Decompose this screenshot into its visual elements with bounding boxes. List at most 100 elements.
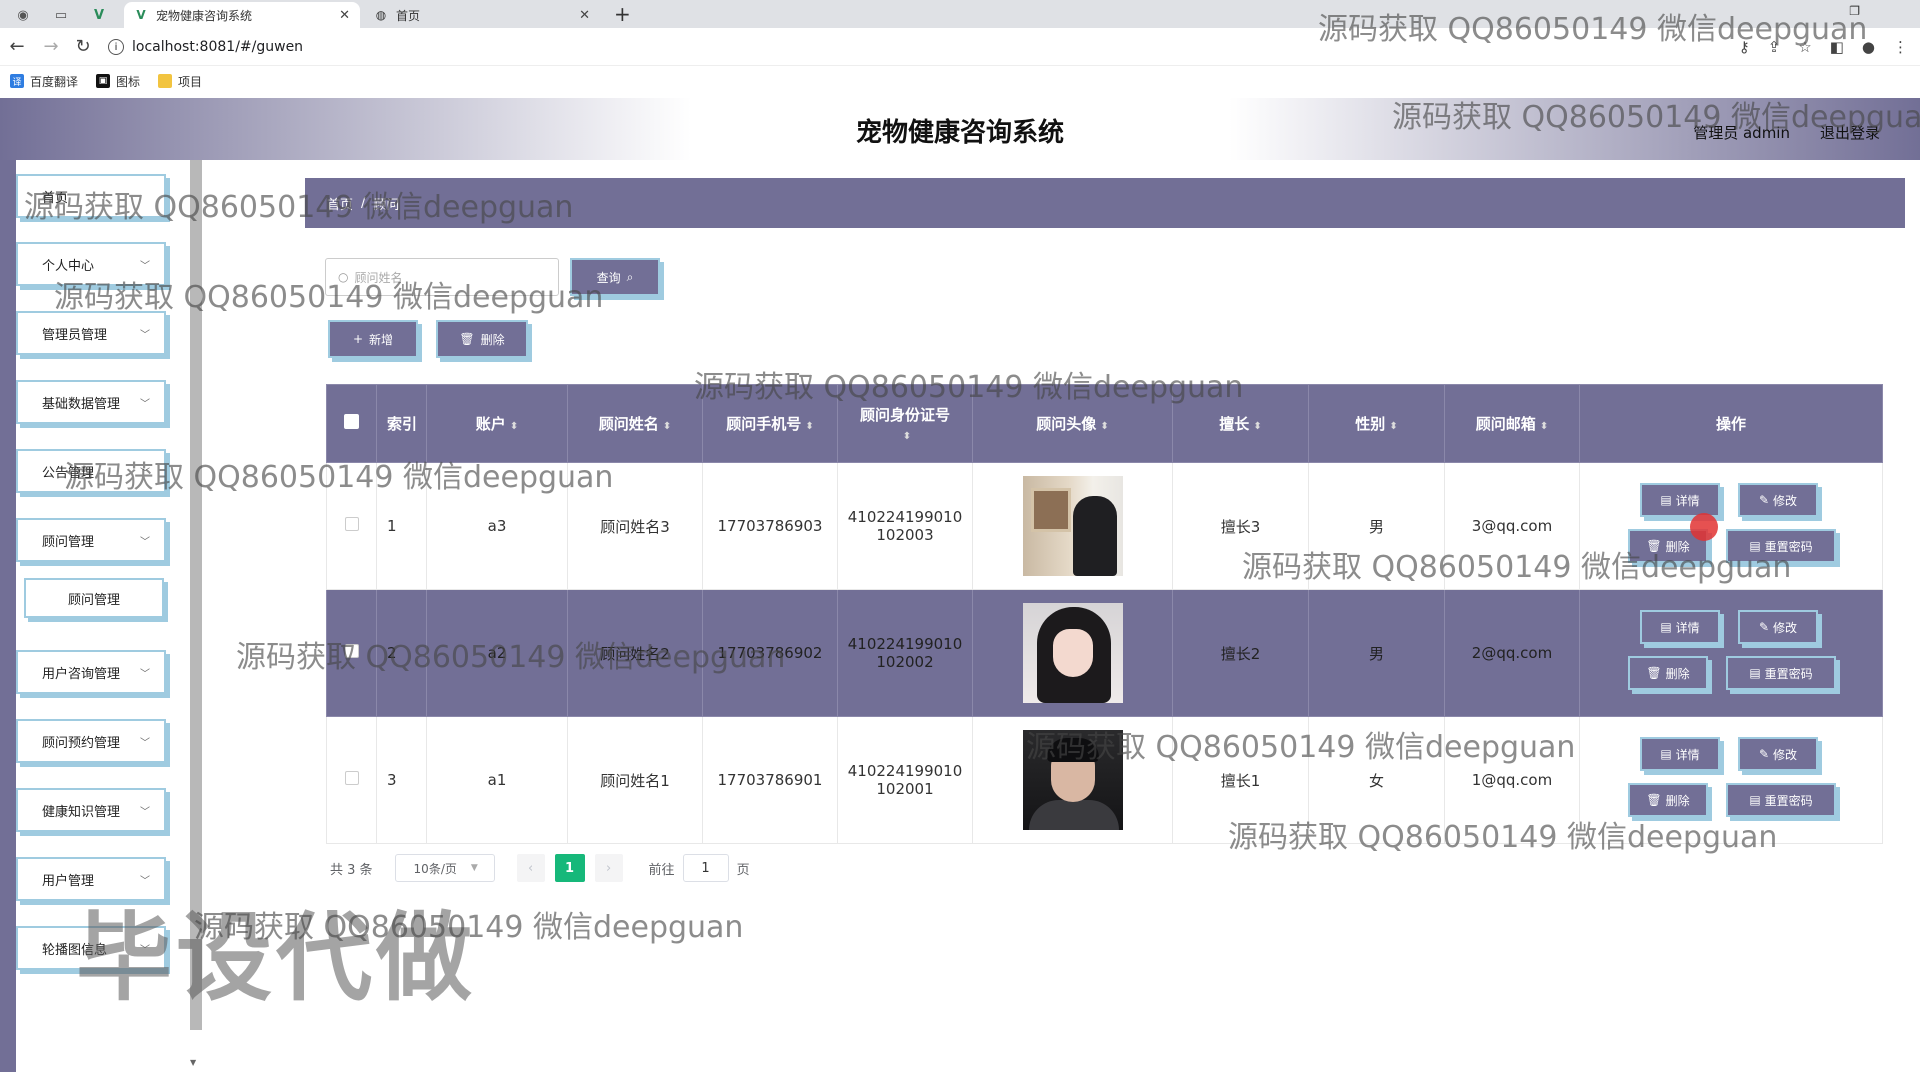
cell-gender: 男	[1308, 589, 1445, 717]
breadcrumb-home[interactable]: 首页	[327, 194, 353, 213]
search-button[interactable]: 查询 ⌕	[570, 258, 660, 296]
row-select-cell[interactable]	[326, 716, 377, 844]
goto-page-input[interactable]: 1	[682, 854, 729, 882]
sidepanel-icon[interactable]: ◧	[1830, 38, 1844, 56]
sort-icon[interactable]: ⬍	[1253, 421, 1261, 432]
profile-icon[interactable]: ●	[1862, 38, 1875, 56]
document-icon: ▤	[1749, 539, 1761, 553]
forward-icon[interactable]: →	[40, 36, 62, 57]
sort-icon[interactable]: ⬍	[903, 431, 911, 442]
pencil-icon: ✎	[1758, 620, 1770, 634]
cell-phone: 17703786902	[702, 589, 838, 717]
tab-current[interactable]: V 宠物健康咨询系统 ✕	[124, 2, 360, 28]
edit-button[interactable]: ✎ 修改	[1738, 737, 1818, 771]
reload-icon[interactable]: ↻	[72, 36, 94, 57]
globe-icon: ◍	[375, 8, 387, 22]
sort-icon[interactable]: ⬍	[1389, 421, 1397, 432]
sidebar-item-notice[interactable]: 公告管理 ﹀	[16, 449, 166, 493]
select-all-checkbox[interactable]	[344, 414, 359, 429]
tab-home[interactable]: ◍ 首页 ✕	[364, 2, 600, 28]
scroll-down-icon[interactable]: ▼	[190, 1058, 196, 1067]
breadcrumb-separator: /	[361, 195, 366, 211]
restore-window-icon[interactable]: ❐	[1849, 4, 1860, 18]
column-header-idcard[interactable]: 顾问身份证号 ⬍	[837, 384, 973, 463]
row-checkbox[interactable]	[344, 517, 359, 531]
sidebar-item-label: 管理员管理	[42, 327, 108, 343]
sidebar-item-admins[interactable]: 管理员管理 ﹀	[16, 311, 166, 355]
close-icon[interactable]: ✕	[579, 8, 590, 23]
url-text: localhost:8081/#/guwen	[132, 39, 304, 55]
search-input[interactable]: ○ 顾问姓名	[325, 258, 559, 296]
page-number-button[interactable]: 1	[554, 854, 585, 882]
sidebar-item-personal[interactable]: 个人中心 ﹀	[16, 242, 166, 286]
edit-button[interactable]: ✎ 修改	[1738, 483, 1818, 517]
column-header-phone[interactable]: 顾问手机号 ⬍	[702, 384, 838, 463]
column-header-email[interactable]: 顾问邮箱 ⬍	[1444, 384, 1580, 463]
sort-icon[interactable]: ⬍	[1100, 421, 1108, 432]
detail-button[interactable]: ▤ 详情	[1640, 610, 1720, 644]
sidebar-item-label: 用户咨询管理	[42, 666, 121, 682]
vue-tab-icon[interactable]: V	[86, 4, 112, 26]
chrome-icon[interactable]: ◉	[10, 4, 36, 26]
document-icon: ▤	[1749, 666, 1761, 680]
sort-icon[interactable]: ⬍	[1540, 421, 1548, 432]
info-icon[interactable]: i	[108, 39, 124, 55]
menu-icon[interactable]: ⋮	[1893, 38, 1908, 56]
key-icon[interactable]: ⚷	[1739, 38, 1750, 56]
sidebar-item-consult[interactable]: 用户咨询管理 ﹀	[16, 650, 166, 694]
bookmark-fanyi[interactable]: 译 百度翻译	[10, 73, 78, 90]
reset-password-button[interactable]: ▤ 重置密码	[1726, 783, 1836, 817]
goto-unit: 页	[736, 862, 750, 878]
sidebar-item-home[interactable]: 首页	[16, 174, 166, 218]
sidebar-item-advisor[interactable]: 顾问管理 ﹀	[16, 518, 166, 562]
column-header-avatar[interactable]: 顾问头像 ⬍	[972, 384, 1173, 463]
column-header-name[interactable]: 顾问姓名 ⬍	[567, 384, 703, 463]
detail-button[interactable]: ▤ 详情	[1640, 737, 1720, 771]
column-header-index: 索引	[376, 384, 427, 463]
bookmark-icons[interactable]: ▣ 图标	[96, 73, 140, 90]
sidebar-item-knowledge[interactable]: 健康知识管理 ﹀	[16, 788, 166, 832]
sort-icon[interactable]: ⬍	[663, 421, 671, 432]
row-select-cell[interactable]	[326, 589, 377, 717]
row-checkbox[interactable]	[344, 644, 359, 658]
avatar[interactable]	[1022, 603, 1123, 703]
row-select-cell[interactable]	[326, 462, 377, 590]
sidebar-item-basedata[interactable]: 基础数据管理 ﹀	[16, 380, 166, 424]
share-icon[interactable]: ⇪	[1768, 38, 1781, 56]
cell-skill: 擅长3	[1172, 462, 1309, 590]
sidebar-subitem-advisor[interactable]: 顾问管理	[24, 578, 164, 618]
column-header-actions: 操作	[1579, 384, 1883, 463]
logout-link[interactable]: 退出登录	[1820, 122, 1880, 143]
star-icon[interactable]: ☆	[1798, 38, 1811, 56]
url-field[interactable]: i localhost:8081/#/guwen	[108, 33, 1708, 61]
avatar[interactable]	[1022, 476, 1123, 576]
next-page-button[interactable]: ›	[594, 854, 623, 882]
delete-button[interactable]: 🗑 删除	[436, 320, 528, 358]
detail-button[interactable]: ▤ 详情	[1640, 483, 1720, 517]
column-header-gender[interactable]: 性别 ⬍	[1308, 384, 1445, 463]
sort-icon[interactable]: ⬍	[510, 421, 518, 432]
trash-icon: 🗑	[1646, 793, 1662, 807]
back-icon[interactable]: ←	[6, 36, 28, 57]
row-delete-button[interactable]: 🗑 删除	[1628, 783, 1708, 817]
sort-icon[interactable]: ⬍	[805, 421, 813, 432]
prev-page-button[interactable]: ‹	[516, 854, 545, 882]
column-header-account[interactable]: 账户 ⬍	[426, 384, 568, 463]
reset-password-button[interactable]: ▤ 重置密码	[1726, 529, 1836, 563]
page-size-select[interactable]: 10条/页 ▼	[394, 854, 495, 882]
blank-tab-icon[interactable]: ▭	[48, 4, 74, 26]
bookmark-project[interactable]: 项目	[158, 73, 202, 90]
sidebar-item-booking[interactable]: 顾问预约管理 ﹀	[16, 719, 166, 763]
select-all-cell[interactable]	[326, 384, 377, 463]
reset-password-button[interactable]: ▤ 重置密码	[1726, 656, 1836, 690]
column-header-skill[interactable]: 擅长 ⬍	[1172, 384, 1309, 463]
new-tab-button[interactable]: +	[614, 2, 631, 26]
avatar[interactable]	[1022, 730, 1123, 830]
row-delete-button[interactable]: 🗑 删除	[1628, 656, 1708, 690]
close-icon[interactable]: ✕	[339, 8, 350, 23]
add-button[interactable]: + 新增	[328, 320, 418, 358]
browser-toolbar: ⚷ ⇪ ☆ ◧ ● ⋮	[1739, 38, 1908, 56]
document-icon: ▤	[1660, 620, 1672, 634]
row-checkbox[interactable]	[344, 771, 359, 785]
edit-button[interactable]: ✎ 修改	[1738, 610, 1818, 644]
